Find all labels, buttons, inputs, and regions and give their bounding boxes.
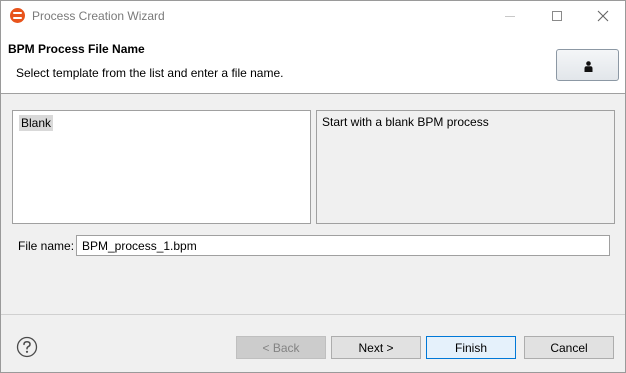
app-icon	[10, 8, 25, 23]
file-name-label: File name:	[18, 239, 75, 253]
help-button[interactable]	[16, 336, 38, 358]
template-list[interactable]: Blank	[12, 110, 311, 224]
back-button[interactable]: < Back	[236, 336, 326, 359]
title-bar: Process Creation Wizard	[1, 1, 625, 31]
file-name-input[interactable]	[76, 235, 610, 256]
next-button[interactable]: Next >	[331, 336, 421, 359]
footer-divider	[1, 314, 625, 315]
close-icon	[597, 10, 609, 22]
maximize-icon	[552, 11, 562, 21]
template-description: Start with a blank BPM process	[322, 115, 489, 129]
minimize-button[interactable]	[487, 1, 533, 31]
person-icon	[584, 61, 593, 72]
minimize-icon	[505, 15, 515, 17]
close-button[interactable]	[580, 1, 626, 31]
list-item-blank[interactable]: Blank	[19, 115, 54, 131]
template-description-box: Start with a blank BPM process	[316, 110, 615, 224]
finish-button[interactable]: Finish	[426, 336, 516, 359]
page-description: Select template from the list and enter …	[16, 66, 284, 80]
help-icon	[16, 336, 38, 358]
window-title: Process Creation Wizard	[32, 9, 165, 23]
wizard-window: Process Creation Wizard BPM Process File…	[0, 0, 626, 373]
header-image	[556, 49, 619, 81]
page-title: BPM Process File Name	[8, 42, 145, 56]
wizard-header: BPM Process File Name Select template fr…	[1, 31, 625, 94]
maximize-button[interactable]	[534, 1, 580, 31]
cancel-button[interactable]: Cancel	[524, 336, 614, 359]
